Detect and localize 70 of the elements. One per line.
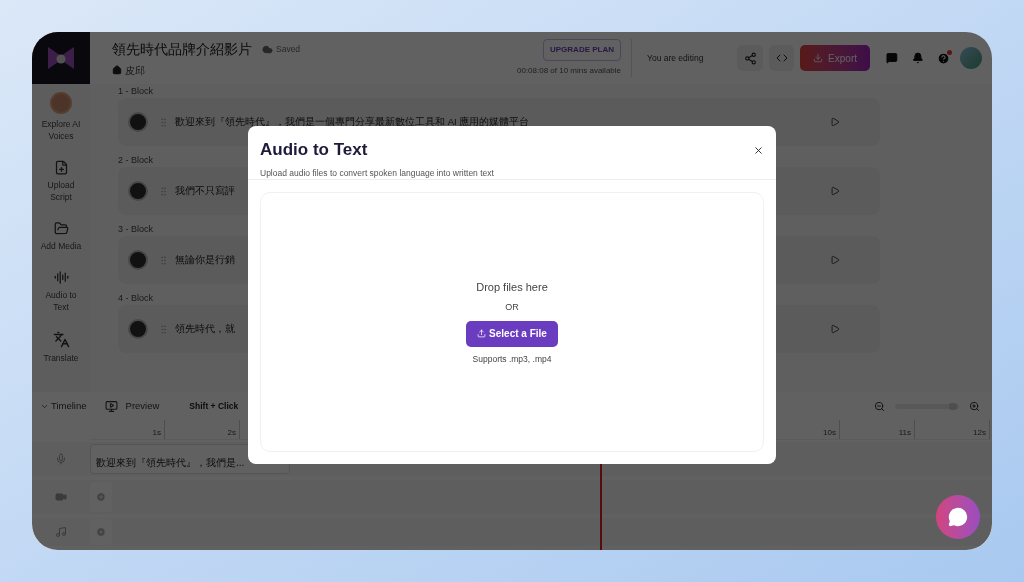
speaker-avatar xyxy=(128,181,148,201)
cloud-icon xyxy=(262,43,273,55)
audio-lines-icon xyxy=(53,270,69,285)
speaker-avatar xyxy=(128,319,148,339)
block-text: 我們不只寫評 xyxy=(175,183,235,198)
close-button[interactable] xyxy=(753,145,764,156)
chat-bubble-icon xyxy=(948,507,968,527)
drop-zone[interactable]: Drop files here OR Select a File Supports .mp3, .mp4 xyxy=(260,192,764,452)
block-heading: 1 - Block xyxy=(118,85,154,98)
or-text: OR xyxy=(505,301,519,315)
help-icon[interactable] xyxy=(937,51,951,65)
zoom-in-icon[interactable] xyxy=(969,400,980,412)
download-icon xyxy=(813,53,824,63)
project-title: 領先時代品牌介紹影片 xyxy=(112,39,252,59)
bell-icon[interactable] xyxy=(911,52,924,64)
folder-icon xyxy=(53,221,69,236)
file-plus-icon xyxy=(53,160,69,175)
play-icon[interactable] xyxy=(830,255,840,265)
code-icon xyxy=(775,52,788,64)
upgrade-plan-button[interactable]: UPGRADE PLAN xyxy=(543,39,621,61)
preview-button[interactable]: Preview xyxy=(125,398,160,414)
play-icon[interactable] xyxy=(830,117,840,127)
preview-icon[interactable] xyxy=(104,399,118,413)
plus-icon xyxy=(96,492,106,502)
chat-icon[interactable] xyxy=(885,52,898,64)
embed-code-button[interactable] xyxy=(768,45,795,71)
ruler-label: 2s xyxy=(227,427,236,439)
play-icon[interactable] xyxy=(830,186,840,196)
user-avatar[interactable] xyxy=(960,47,982,69)
speaker-avatar xyxy=(128,250,148,270)
drag-handle-icon[interactable] xyxy=(158,323,169,335)
video-icon xyxy=(55,491,67,503)
block-heading: 4 - Block xyxy=(118,292,154,305)
play-icon[interactable] xyxy=(830,324,840,334)
ruler-label: 10s xyxy=(823,427,836,439)
timeline-toggle[interactable]: Timeline xyxy=(40,398,87,414)
shortcut-hint: Shift + Click xyxy=(189,399,239,413)
drop-text: Drop files here xyxy=(476,279,548,295)
drag-handle-icon[interactable] xyxy=(158,254,169,266)
speaker-avatar xyxy=(128,112,148,132)
home-icon xyxy=(112,65,122,75)
logo xyxy=(48,47,74,69)
ruler-label: 12s xyxy=(973,427,986,439)
block-text: 無論你是行銷 xyxy=(175,252,235,267)
supported-formats: Supports .mp3, .mp4 xyxy=(472,352,552,366)
music-icon xyxy=(55,526,67,538)
sidebar-item[interactable]: Add Media xyxy=(33,221,89,252)
sidebar-item[interactable]: Translate xyxy=(33,331,89,364)
mic-icon xyxy=(55,453,67,465)
block-text: 領先時代，就 xyxy=(175,321,235,336)
sidebar-item[interactable]: Upload Script xyxy=(33,160,89,203)
share-button[interactable] xyxy=(737,45,763,71)
clip-text: 歡迎來到『領先時代』，我們是... xyxy=(96,457,245,468)
translate-icon xyxy=(52,331,70,348)
breadcrumb[interactable]: 皮邱 xyxy=(125,62,145,78)
upload-icon xyxy=(477,329,487,339)
share-icon xyxy=(743,51,757,65)
avatar xyxy=(50,92,72,114)
zoom-out-icon[interactable] xyxy=(874,400,885,412)
editing-status: You are editing xyxy=(647,51,705,65)
drag-handle-icon[interactable] xyxy=(158,185,169,197)
block-heading: 3 - Block xyxy=(118,223,154,236)
sidebar-item[interactable]: Audio to Text xyxy=(33,270,89,313)
drag-handle-icon[interactable] xyxy=(158,116,169,128)
save-status: Saved xyxy=(276,42,301,56)
export-button[interactable]: Export xyxy=(800,45,870,71)
dialog-subtitle: Upload audio files to convert spoken language into written text xyxy=(260,166,494,180)
select-file-button[interactable]: Select a File xyxy=(466,320,558,347)
block-heading: 2 - Block xyxy=(118,154,154,167)
plus-icon xyxy=(96,527,106,537)
